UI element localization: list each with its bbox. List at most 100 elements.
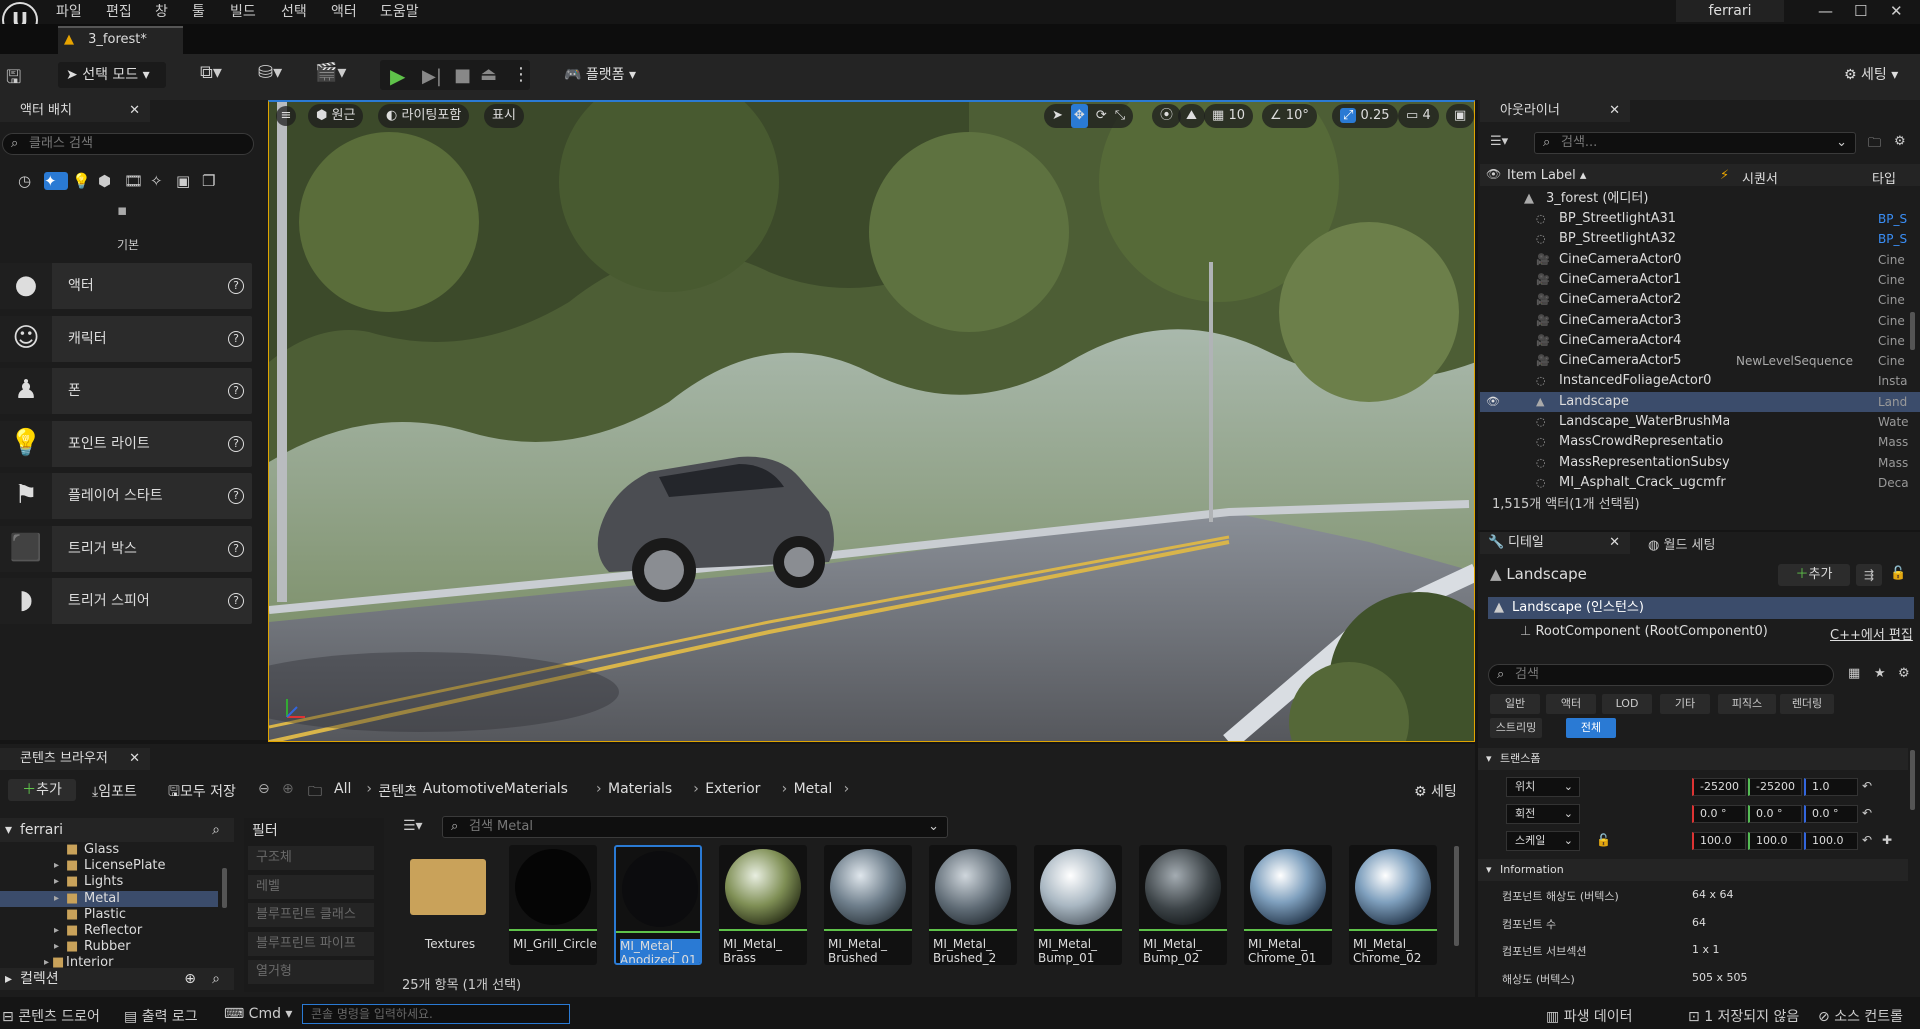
- tree-root-header[interactable]: ▾ ferrari ⌕: [0, 818, 234, 842]
- close-icon[interactable]: ✕: [1890, 2, 1903, 20]
- transform-scale-field[interactable]: 100.0: [1804, 832, 1858, 850]
- content-drawer-button[interactable]: ⊟ 콘텐츠 드로어: [2, 1006, 100, 1026]
- console-input[interactable]: 콘솔 명령을 입력하세요.: [302, 1004, 570, 1024]
- platform-dropdown[interactable]: 🎮 플랫폼 ▾: [556, 62, 646, 88]
- derived-data-button[interactable]: ▥ 파생 데이터: [1546, 1006, 1633, 1026]
- help-icon[interactable]: ?: [228, 331, 244, 347]
- cinematics-icon[interactable]: 🎬▾: [315, 62, 346, 83]
- forward-icon[interactable]: ⊕: [282, 781, 294, 797]
- actor-item-trigger-box[interactable]: ⬛ 트리거 박스 ?: [0, 526, 252, 572]
- chevron-down-icon[interactable]: ⌄: [928, 817, 939, 837]
- transform-location-dropdown[interactable]: 위치 ⌄: [1506, 777, 1580, 797]
- level-viewport[interactable]: [268, 100, 1475, 742]
- breadcrumb-item[interactable]: Exterior: [705, 781, 760, 797]
- outliner-settings-icon[interactable]: ⚙: [1894, 134, 1906, 149]
- outliner-row[interactable]: 🎥 CineCameraActor5 NewLevelSequence Cine: [1480, 351, 1920, 371]
- cmd-dropdown[interactable]: ⌨ Cmd ▾: [224, 1006, 292, 1022]
- asset-tile[interactable]: MI_Metal_ Brass: [719, 845, 807, 965]
- select-mode-dropdown[interactable]: ➤ 선택 모드 ▾: [58, 62, 166, 88]
- transform-rotation-field[interactable]: 0.0 °: [1804, 805, 1858, 823]
- folder-tree-item[interactable]: ▸ ■ Metal: [0, 890, 218, 907]
- output-log-button[interactable]: ▤ 출력 로그: [124, 1006, 198, 1026]
- save-icon[interactable]: 🖫: [6, 65, 21, 95]
- close-tab-icon[interactable]: ✕: [1609, 100, 1620, 122]
- basic-icon[interactable]: ✦: [44, 172, 68, 190]
- folder-tree-item[interactable]: ■ Plastic: [0, 907, 218, 923]
- stop-icon[interactable]: ■: [454, 65, 471, 86]
- reset-icon[interactable]: ↶: [1862, 806, 1872, 820]
- outliner-tab[interactable]: 아웃라이너 ✕: [1480, 100, 1630, 122]
- actor-item-character[interactable]: ☺ 캐릭터 ?: [0, 316, 252, 362]
- content-add-button[interactable]: ＋추가: [8, 779, 76, 801]
- outliner-row[interactable]: ◌ BP_StreetlightA32 BP_S: [1480, 229, 1920, 249]
- menu-edit[interactable]: 편집: [106, 1, 132, 21]
- folder-tree-item[interactable]: ▸ ■ Lights: [0, 874, 218, 890]
- light-icon[interactable]: 💡: [72, 172, 94, 190]
- rotation-snap-button[interactable]: ∠ 10°: [1262, 104, 1317, 128]
- asset-tile[interactable]: MI_Metal_ Brushed: [824, 845, 912, 965]
- search-icon[interactable]: ⌕: [212, 818, 220, 842]
- asset-tile[interactable]: MI_Metal_ Chrome_02: [1349, 845, 1437, 965]
- filter-item[interactable]: 구조체: [248, 846, 374, 870]
- actor-item-player-start[interactable]: ⚑ 플레이어 스타트 ?: [0, 473, 252, 519]
- outliner-row[interactable]: ◌ MI_Asphalt_Crack_ugcmfr Deca: [1480, 473, 1920, 493]
- blueprint-icon[interactable]: ⛁▾: [258, 62, 282, 83]
- outliner-root-row[interactable]: ▲ 3_forest (에디터): [1480, 189, 1920, 209]
- transform-location-field[interactable]: -25200: [1748, 778, 1802, 796]
- filter-icon[interactable]: ☰▾: [1490, 134, 1508, 149]
- help-icon[interactable]: ?: [228, 541, 244, 557]
- class-search-input[interactable]: ⌕ 클래스 검색: [2, 133, 254, 155]
- edit-in-cpp-link[interactable]: C++에서 편집: [1830, 624, 1913, 643]
- asset-tile[interactable]: MI_Metal_ Brushed_2: [929, 845, 1017, 965]
- category-filter-button[interactable]: 일반: [1490, 694, 1540, 714]
- information-section-header[interactable]: ▾ Information: [1478, 859, 1908, 881]
- menu-file[interactable]: 파일: [56, 1, 82, 21]
- folder-tree-item[interactable]: ▸ ■ LicensePlate: [0, 858, 218, 874]
- add-key-icon[interactable]: ✚: [1882, 833, 1892, 847]
- menu-window[interactable]: 창: [155, 1, 168, 21]
- filter-item[interactable]: 열거형: [248, 960, 374, 984]
- breadcrumb-item[interactable]: AutomotiveMaterials: [423, 781, 568, 797]
- outliner-scrollbar[interactable]: [1910, 312, 1915, 350]
- breadcrumb-item[interactable]: Materials: [608, 781, 672, 797]
- select-icon[interactable]: ➤: [1052, 104, 1063, 128]
- transform-rotation-dropdown[interactable]: 회전 ⌄: [1506, 804, 1580, 824]
- outliner-row[interactable]: 👁 ▲ Landscape Land: [1480, 391, 1920, 412]
- more-options-icon[interactable]: ⋮: [512, 64, 530, 85]
- outliner-row[interactable]: 🎥 CineCameraActor1 Cine: [1480, 270, 1920, 290]
- add-content-icon[interactable]: ⧉▾: [200, 62, 222, 83]
- actor-item-trigger-sphere[interactable]: ◗ 트리거 스피어 ?: [0, 578, 252, 624]
- transform-location-field[interactable]: -25200: [1692, 778, 1746, 796]
- outliner-row[interactable]: 🎥 CineCameraActor3 Cine: [1480, 311, 1920, 331]
- root-component-row[interactable]: ⊥ RootComponent (RootComponent0): [1520, 624, 1768, 639]
- outliner-row[interactable]: ◌ Landscape_WaterBrushMa Wate: [1480, 412, 1920, 432]
- menu-build[interactable]: 빌드: [230, 1, 256, 21]
- transform-location-field[interactable]: 1.0: [1804, 778, 1858, 796]
- help-icon[interactable]: ?: [228, 383, 244, 399]
- world-local-icon[interactable]: ⦿: [1152, 104, 1182, 128]
- add-collection-icon[interactable]: ⊕: [184, 968, 196, 990]
- outliner-search-input[interactable]: ⌕ 검색... ⌄: [1534, 132, 1856, 154]
- category-filter-button[interactable]: 액터: [1546, 694, 1596, 714]
- actor-item-actor[interactable]: ● 액터 ?: [0, 263, 252, 309]
- column-sequencer[interactable]: 시퀀서: [1742, 168, 1778, 187]
- transform-rotation-field[interactable]: 0.0 °: [1748, 805, 1802, 823]
- help-icon[interactable]: ?: [228, 436, 244, 452]
- step-icon[interactable]: ▶|: [422, 66, 442, 87]
- filter-item[interactable]: 레벨: [248, 874, 374, 899]
- recent-icon[interactable]: ◷: [18, 172, 40, 190]
- volumes-icon[interactable]: ▣: [176, 172, 198, 190]
- play-icon[interactable]: ▶: [390, 64, 405, 88]
- category-filter-button[interactable]: 렌더링: [1780, 694, 1834, 714]
- asset-scrollbar[interactable]: [1454, 846, 1459, 946]
- hamburger-icon[interactable]: ≡: [276, 106, 296, 126]
- camera-speed-button[interactable]: ▭ 4: [1398, 104, 1439, 128]
- lighting-button[interactable]: ◐ 라이팅포함: [378, 104, 470, 128]
- star-icon[interactable]: ★: [1874, 666, 1886, 681]
- help-icon[interactable]: ?: [228, 278, 244, 294]
- asset-tile[interactable]: MI_Metal_ Bump_02: [1139, 845, 1227, 965]
- category-filter-button[interactable]: 전체: [1566, 718, 1616, 738]
- outliner-row[interactable]: ◌ BP_StreetlightA31 BP_S: [1480, 209, 1920, 229]
- viewport-layout-icon[interactable]: ▣: [1446, 104, 1475, 128]
- column-type[interactable]: 타입: [1872, 168, 1896, 187]
